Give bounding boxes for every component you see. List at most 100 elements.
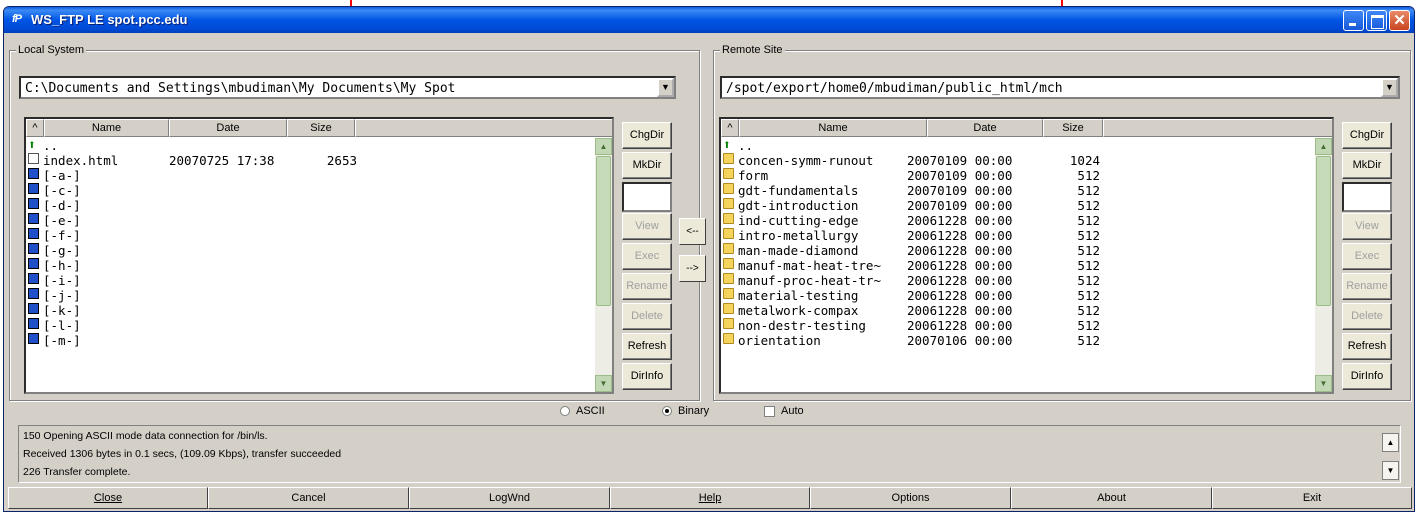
list-item[interactable]: [-i-]: [26, 273, 595, 288]
remote-view-button[interactable]: View: [1342, 213, 1392, 240]
ascii-radio[interactable]: ASCII: [560, 405, 605, 417]
local-scroll-thumb[interactable]: [596, 156, 611, 306]
folder-icon: [723, 168, 734, 179]
list-item[interactable]: intro-metallurgy 20061228 00:00 512: [721, 228, 1315, 243]
list-item[interactable]: gdt-fundamentals 20070109 00:00 512: [721, 183, 1315, 198]
folder-icon: [723, 198, 734, 209]
help-button[interactable]: Help: [610, 487, 810, 509]
local-delete-button[interactable]: Delete: [622, 303, 672, 330]
log-scroll-down-icon[interactable]: ▼: [1382, 461, 1399, 480]
remote-path-dropdown-button[interactable]: ▼: [1381, 78, 1398, 97]
remote-file-list[interactable]: ^ Name Date Size ⬆.. concen-symm-runout 20…: [719, 117, 1334, 394]
exit-button[interactable]: Exit: [1212, 487, 1412, 509]
list-item[interactable]: form 20070109 00:00 512: [721, 168, 1315, 183]
cell-date: 20061228 00:00: [907, 303, 1013, 318]
local-chgdir-button[interactable]: ChgDir: [622, 122, 672, 149]
log-line: 150 Opening ASCII mode data connection f…: [23, 430, 268, 442]
list-item[interactable]: [-m-]: [26, 333, 595, 348]
list-item[interactable]: [-c-]: [26, 183, 595, 198]
download-button[interactable]: -->: [679, 255, 706, 282]
options-button[interactable]: Options: [810, 487, 1011, 509]
local-path-combo[interactable]: C:\Documents and Settings\mbudiman\My Do…: [19, 76, 676, 99]
cell-name: [-a-]: [43, 168, 81, 183]
title-bar[interactable]: fP WS_FTP LE spot.pcc.edu ✕: [4, 7, 1414, 33]
list-item[interactable]: manuf-mat-heat-tre~ 20061228 00:00 512: [721, 258, 1315, 273]
list-item[interactable]: [-k-]: [26, 303, 595, 318]
local-file-list[interactable]: ^ Name Date Size ⬆.. index.html 20070725 1…: [24, 117, 614, 394]
list-item[interactable]: [-a-]: [26, 168, 595, 183]
local-mask-input[interactable]: [622, 182, 672, 212]
binary-radio[interactable]: Binary: [662, 405, 709, 417]
log-panel[interactable]: 150 Opening ASCII mode data connection f…: [18, 425, 1401, 483]
about-button[interactable]: About: [1011, 487, 1212, 509]
list-item[interactable]: [-l-]: [26, 318, 595, 333]
remote-mask-input[interactable]: [1342, 182, 1392, 212]
remote-dirinfo-button[interactable]: DirInfo: [1342, 363, 1392, 390]
remote-col-date[interactable]: Date: [927, 119, 1043, 137]
app-icon: fP: [12, 13, 22, 25]
list-item[interactable]: [-h-]: [26, 258, 595, 273]
upload-button[interactable]: <--: [679, 218, 706, 245]
scroll-up-icon[interactable]: ▲: [1315, 138, 1332, 155]
local-rename-button[interactable]: Rename: [622, 273, 672, 300]
maximize-button[interactable]: [1366, 10, 1387, 31]
remote-scroll-thumb[interactable]: [1316, 156, 1331, 306]
auto-checkbox[interactable]: Auto: [764, 405, 804, 417]
remote-delete-button[interactable]: Delete: [1342, 303, 1392, 330]
minimize-button[interactable]: [1343, 10, 1364, 31]
cell-name: [-i-]: [43, 273, 81, 288]
cell-date: 20070725 17:38: [169, 153, 275, 168]
list-item[interactable]: [-d-]: [26, 198, 595, 213]
local-refresh-button[interactable]: Refresh: [622, 333, 672, 360]
local-col-date[interactable]: Date: [169, 119, 287, 137]
scroll-down-icon[interactable]: ▼: [595, 375, 612, 392]
about-button-label: About: [1097, 492, 1126, 504]
local-col-blank: [355, 119, 612, 137]
list-item[interactable]: index.html 20070725 17:38 2653: [26, 153, 595, 168]
cancel-button[interactable]: Cancel: [208, 487, 409, 509]
list-item[interactable]: concen-symm-runout 20070109 00:00 1024: [721, 153, 1315, 168]
local-scrollbar[interactable]: ▲ ▼: [595, 138, 612, 392]
list-item[interactable]: man-made-diamond 20061228 00:00 512: [721, 243, 1315, 258]
close-window-button[interactable]: ✕: [1389, 10, 1410, 31]
remote-rename-button[interactable]: Rename: [1342, 273, 1392, 300]
list-item[interactable]: orientation 20070106 00:00 512: [721, 333, 1315, 348]
local-exec-button[interactable]: Exec: [622, 243, 672, 270]
scroll-up-icon[interactable]: ▲: [595, 138, 612, 155]
remote-path-combo[interactable]: /spot/export/home0/mbudiman/public_html/…: [720, 76, 1400, 99]
local-col-sort[interactable]: ^: [26, 119, 44, 137]
local-view-button[interactable]: View: [622, 213, 672, 240]
logwnd-button[interactable]: LogWnd: [409, 487, 610, 509]
list-item[interactable]: [-e-]: [26, 213, 595, 228]
list-item[interactable]: gdt-introduction 20070109 00:00 512: [721, 198, 1315, 213]
list-item[interactable]: material-testing 20061228 00:00 512: [721, 288, 1315, 303]
local-dirinfo-button[interactable]: DirInfo: [622, 363, 672, 390]
remote-col-size[interactable]: Size: [1043, 119, 1103, 137]
remote-mkdir-button[interactable]: MkDir: [1342, 152, 1392, 179]
remote-col-sort[interactable]: ^: [721, 119, 739, 137]
list-item[interactable]: ind-cutting-edge 20061228 00:00 512: [721, 213, 1315, 228]
remote-scrollbar[interactable]: ▲ ▼: [1315, 138, 1332, 392]
local-system-label: Local System: [16, 44, 87, 56]
list-item[interactable]: manuf-proc-heat-tr~ 20061228 00:00 512: [721, 273, 1315, 288]
list-item[interactable]: ⬆..: [26, 138, 595, 153]
local-col-size[interactable]: Size: [287, 119, 355, 137]
log-scroll-up-icon[interactable]: ▲: [1382, 433, 1399, 452]
list-item[interactable]: non-destr-testing 20061228 00:00 512: [721, 318, 1315, 333]
drive-icon: [28, 318, 39, 329]
close-button[interactable]: Close: [8, 487, 208, 509]
folder-icon: [723, 153, 734, 164]
local-path-dropdown-button[interactable]: ▼: [657, 78, 674, 97]
remote-refresh-button[interactable]: Refresh: [1342, 333, 1392, 360]
remote-exec-button[interactable]: Exec: [1342, 243, 1392, 270]
remote-col-name[interactable]: Name: [739, 119, 927, 137]
list-item[interactable]: [-g-]: [26, 243, 595, 258]
list-item[interactable]: ⬆..: [721, 138, 1315, 153]
local-mkdir-button[interactable]: MkDir: [622, 152, 672, 179]
remote-chgdir-button[interactable]: ChgDir: [1342, 122, 1392, 149]
local-col-name[interactable]: Name: [44, 119, 169, 137]
list-item[interactable]: [-j-]: [26, 288, 595, 303]
scroll-down-icon[interactable]: ▼: [1315, 375, 1332, 392]
list-item[interactable]: [-f-]: [26, 228, 595, 243]
list-item[interactable]: metalwork-compax 20061228 00:00 512: [721, 303, 1315, 318]
